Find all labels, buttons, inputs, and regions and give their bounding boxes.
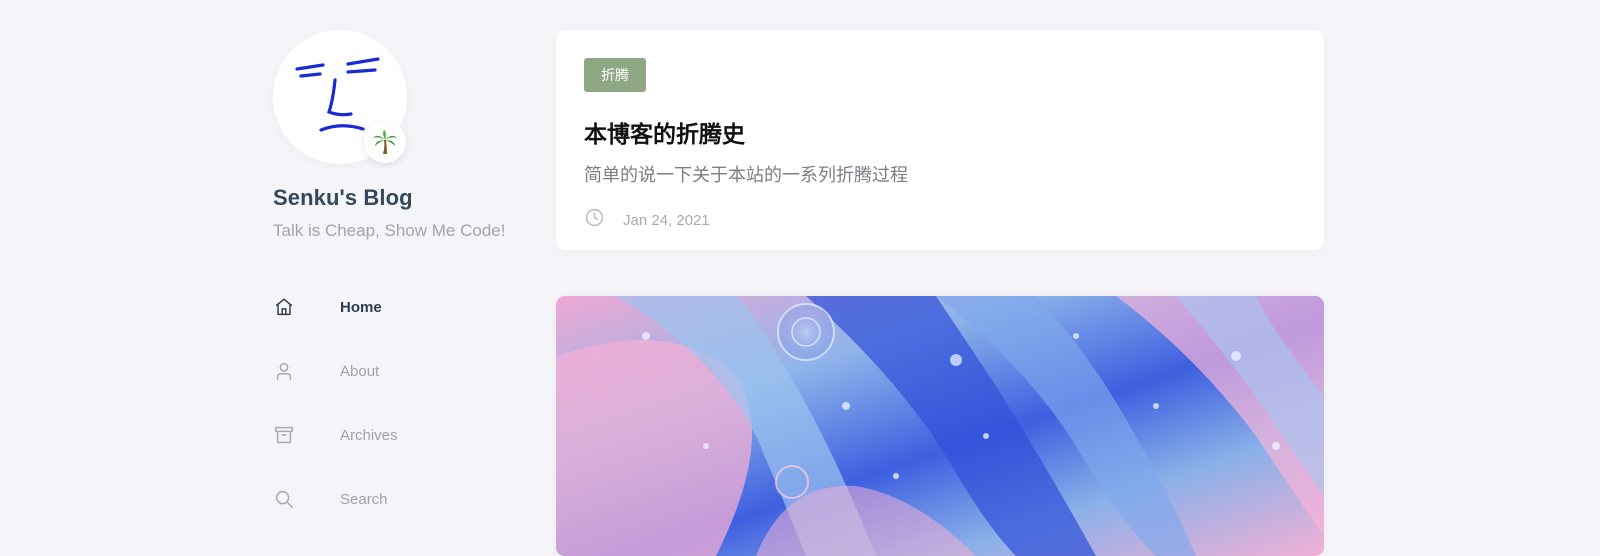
post-date: Jan 24, 2021	[623, 211, 710, 229]
archive-icon	[273, 423, 297, 447]
palm-tree-icon	[373, 130, 397, 154]
nav-item-archives[interactable]: Archives	[273, 403, 523, 467]
post-cover-image[interactable]	[556, 296, 1324, 556]
nav-item-home[interactable]: Home	[273, 275, 523, 339]
blog-subtitle: Talk is Cheap, Show Me Code!	[273, 221, 506, 240]
blog-title[interactable]: Senku's Blog	[273, 185, 523, 211]
post-tag[interactable]: 折腾	[584, 58, 646, 92]
fluid-art-cover-image	[556, 296, 1324, 556]
post-description: 简单的说一下关于本站的一系列折腾过程	[584, 165, 908, 185]
post-meta: Jan 24, 2021	[584, 207, 1296, 233]
avatar-wrap	[273, 30, 407, 164]
status-badge	[364, 121, 406, 163]
nav-label-home: Home	[340, 298, 382, 316]
user-icon	[273, 359, 297, 383]
post-card: 折腾 本博客的折腾史 简单的说一下关于本站的一系列折腾过程 Jan 24, 20…	[556, 30, 1324, 250]
main-nav: Home About Archives Search	[273, 275, 523, 531]
nav-label-about: About	[340, 362, 380, 380]
post-title[interactable]: 本博客的折腾史	[584, 115, 1296, 149]
search-icon	[273, 487, 297, 511]
nav-item-search[interactable]: Search	[273, 467, 523, 531]
nav-item-about[interactable]: About	[273, 339, 523, 403]
home-icon	[273, 295, 297, 319]
sidebar: Senku's Blog Talk is Cheap, Show Me Code…	[273, 30, 523, 531]
nav-label-search: Search	[340, 490, 388, 508]
nav-label-archives: Archives	[340, 426, 398, 444]
clock-icon	[584, 207, 605, 233]
